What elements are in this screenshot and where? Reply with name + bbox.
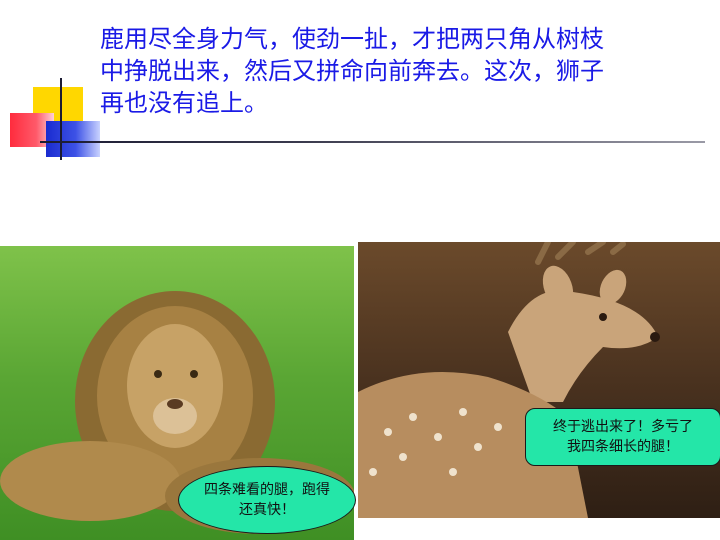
story-text: 鹿用尽全身力气，使劲一扯，才把两只角从树枝 中挣脱出来，然后又拼命向前奔去。这次…: [100, 25, 604, 117]
deer-speech-text: 终于逃出来了！多亏了 我四条细长的腿！: [553, 419, 693, 455]
decor-blue-square: [46, 121, 100, 157]
lion-speech-text: 四条难看的腿，跑得 还真快！: [204, 482, 330, 518]
deer-illustration: [358, 242, 660, 518]
lion-speech-bubble: 四条难看的腿，跑得 还真快！: [178, 466, 356, 534]
decor-vertical-line: [60, 78, 62, 160]
title-divider: [40, 141, 705, 143]
deer-photo: [358, 242, 720, 518]
deer-speech-bubble: 终于逃出来了！多亏了 我四条细长的腿！: [525, 408, 720, 466]
